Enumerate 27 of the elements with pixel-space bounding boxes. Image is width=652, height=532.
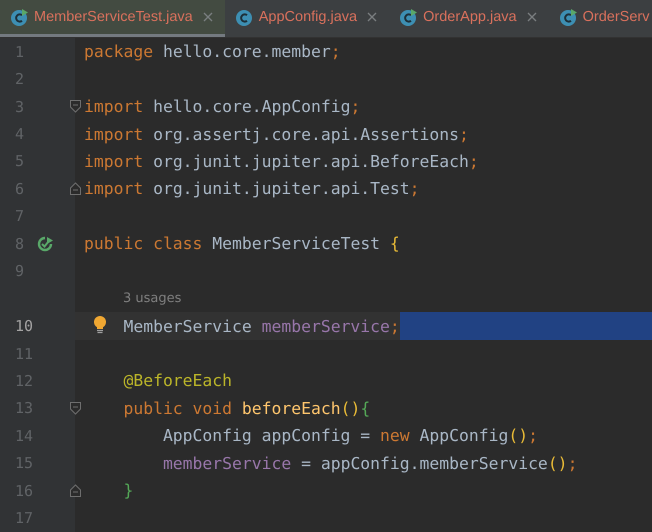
code-line: memberService = appConfig.memberService(); [162,454,578,473]
code-line: MemberService memberService; [123,316,400,336]
code-line: package hello.core.member; [84,42,341,62]
close-icon[interactable] [526,12,537,22]
code-line: AppConfig appConfig = new AppConfig(); [162,426,538,446]
fold-icon [70,484,81,498]
fold-icon [70,402,81,415]
code-line: @BeforeEach [123,371,232,390]
editor-tab[interactable]: OrderApp.java [389,0,549,37]
code-line: public void beforeEach(){ [123,398,370,418]
close-icon[interactable] [202,12,213,22]
code-line: import org.assertj.core.api.Assertions; [84,124,469,144]
usages-hint[interactable]: 3 usages [84,291,182,306]
close-icon[interactable] [367,12,378,22]
lightbulb-icon[interactable] [93,316,107,334]
editor-tab[interactable]: AppConfig.java [224,0,390,37]
code-line: public class MemberServiceTest { [84,234,400,254]
code-line: import org.junit.jupiter.api.Test; [84,179,420,198]
code-line: } [123,481,134,500]
line-number: 10 [15,317,34,336]
fold-icon [70,182,81,196]
fold-icon [70,100,81,114]
code-line: import hello.core.AppConfig; [84,97,360,116]
editor-tab[interactable]: MemberServiceTest.java [0,0,225,37]
run-icon [37,236,53,252]
code-line: import org.junit.jupiter.api.BeforeEach; [84,152,479,171]
editor-tab[interactable]: OrderServ [548,0,652,37]
